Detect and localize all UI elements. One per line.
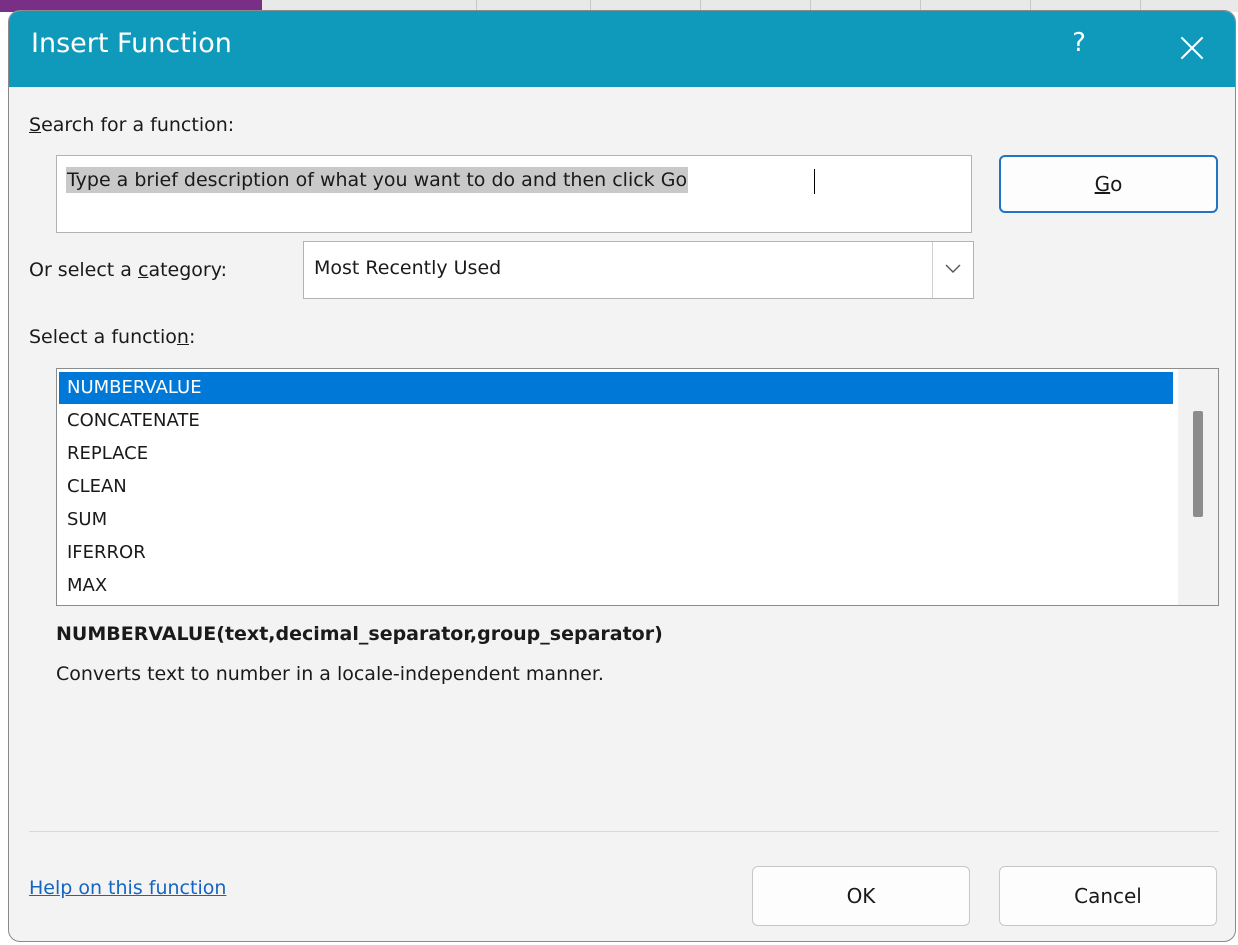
- list-item-numbervalue[interactable]: NUMBERVALUE: [59, 372, 1173, 404]
- list-item-clean[interactable]: CLEAN: [59, 471, 1173, 503]
- category-select[interactable]: Most Recently Used: [303, 241, 974, 299]
- list-item-replace[interactable]: REPLACE: [59, 438, 1173, 470]
- go-button[interactable]: Go: [999, 155, 1218, 213]
- category-selected-value: Most Recently Used: [314, 257, 502, 279]
- chevron-down-icon: [945, 264, 961, 273]
- scrollbar-thumb[interactable]: [1193, 411, 1203, 517]
- search-input-text: Type a brief description of what you wan…: [66, 167, 689, 193]
- function-signature: NUMBERVALUE(text,decimal_separator,group…: [56, 623, 663, 645]
- dialog-title: Insert Function: [31, 28, 232, 59]
- cancel-button[interactable]: Cancel: [999, 866, 1217, 926]
- footer-divider: [29, 831, 1219, 832]
- list-item-iferror[interactable]: IFERROR: [59, 537, 1173, 569]
- function-list[interactable]: NUMBERVALUE CONCATENATE REPLACE CLEAN SU…: [56, 368, 1219, 606]
- close-button[interactable]: [1169, 25, 1215, 71]
- function-description: Converts text to number in a locale-inde…: [56, 663, 604, 685]
- search-label: Search for a function:: [29, 114, 235, 136]
- category-label: Or select a category:: [29, 259, 227, 281]
- list-item-max[interactable]: MAX: [59, 570, 1173, 602]
- insert-function-dialog: Insert Function ? Search for a function:…: [8, 10, 1236, 942]
- list-item-sum[interactable]: SUM: [59, 504, 1173, 536]
- function-list-label: Select a function:: [29, 326, 196, 348]
- search-input[interactable]: Type a brief description of what you wan…: [56, 155, 972, 233]
- title-bar: Insert Function ?: [9, 11, 1235, 87]
- help-on-function-link[interactable]: Help on this function: [29, 877, 226, 899]
- text-cursor: [814, 169, 815, 194]
- function-list-scrollbar[interactable]: [1178, 369, 1218, 605]
- list-item-concatenate[interactable]: CONCATENATE: [59, 405, 1173, 437]
- ok-button[interactable]: OK: [752, 866, 970, 926]
- category-dropdown-button[interactable]: [932, 242, 973, 298]
- help-button[interactable]: ?: [1059, 28, 1099, 58]
